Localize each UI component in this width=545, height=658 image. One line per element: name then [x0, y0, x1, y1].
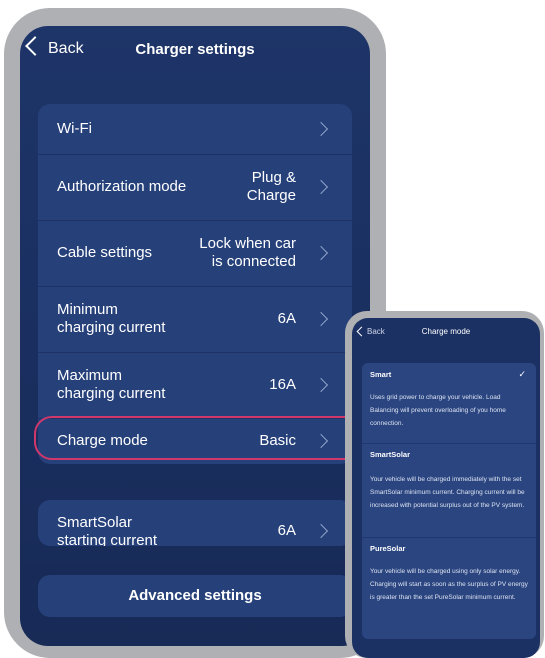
option-name: Smart: [370, 370, 392, 379]
page-title: Charge mode: [421, 327, 471, 336]
row-cable-settings[interactable]: Cable settings Lock when car is connecte…: [38, 220, 352, 287]
row-value: Plug & Charge: [246, 169, 296, 204]
charger-settings-screen: Back Charger settings Wi-Fi Authorizatio…: [20, 26, 370, 646]
row-value: Lock when car is connected: [199, 235, 296, 270]
row-label: SmartSolar starting current: [57, 514, 158, 546]
chevron-right-icon: [313, 433, 329, 449]
row-minimum-charging-current[interactable]: Minimum charging current 6A: [38, 286, 352, 353]
row-value: Basic: [259, 432, 296, 449]
option-smartsolar[interactable]: SmartSolar Your vehicle will be charged …: [362, 443, 536, 538]
option-description: Your vehicle will be charged using only …: [370, 568, 528, 601]
row-authorization-mode[interactable]: Authorization mode Plug & Charge: [38, 154, 352, 221]
option-puresolar[interactable]: PureSolar Your vehicle will be charged u…: [362, 537, 536, 639]
row-smartsolar-starting-current[interactable]: SmartSolar starting current 6A: [38, 500, 352, 546]
row-label: Cable settings: [57, 244, 153, 261]
row-label: Minimum charging current: [57, 301, 166, 336]
row-label: Authorization mode: [57, 178, 187, 195]
charge-mode-screen: Back Charge mode Smart ✓ Uses grid power…: [352, 318, 540, 658]
row-label: Wi-Fi: [57, 120, 92, 137]
chevron-right-icon: [313, 245, 329, 261]
option-description: Your vehicle will be charged immediately…: [370, 476, 525, 509]
chevron-right-icon: [313, 179, 329, 195]
top-bar: Back Charger settings: [20, 26, 370, 76]
row-value: 6A: [277, 522, 296, 539]
option-description: Uses grid power to charge your vehicle. …: [370, 394, 506, 427]
chevron-right-icon: [313, 311, 329, 327]
row-wifi[interactable]: Wi-Fi: [38, 104, 352, 155]
row-value: 16A: [269, 376, 296, 393]
advanced-settings-label: Advanced settings: [128, 587, 262, 604]
row-charge-mode[interactable]: Charge mode Basic: [38, 418, 352, 464]
option-name: SmartSolar: [370, 450, 411, 459]
row-maximum-charging-current[interactable]: Maximum charging current 16A: [38, 352, 352, 419]
checkmark-icon: ✓: [518, 369, 526, 379]
row-label: Maximum charging current: [57, 367, 166, 402]
row-label: Charge mode: [57, 432, 148, 449]
option-smart[interactable]: Smart ✓ Uses grid power to charge your v…: [362, 363, 536, 444]
option-name: PureSolar: [370, 544, 406, 553]
advanced-settings-button[interactable]: Advanced settings: [38, 575, 352, 617]
charge-mode-options: Smart ✓ Uses grid power to charge your v…: [362, 363, 536, 639]
settings-list: Wi-Fi Authorization mode Plug & Charge C…: [38, 104, 352, 464]
chevron-right-icon: [313, 377, 329, 393]
row-value: 6A: [277, 310, 296, 327]
chevron-right-icon: [313, 523, 329, 539]
page-title: Charger settings: [135, 41, 255, 58]
chevron-right-icon: [313, 121, 329, 137]
